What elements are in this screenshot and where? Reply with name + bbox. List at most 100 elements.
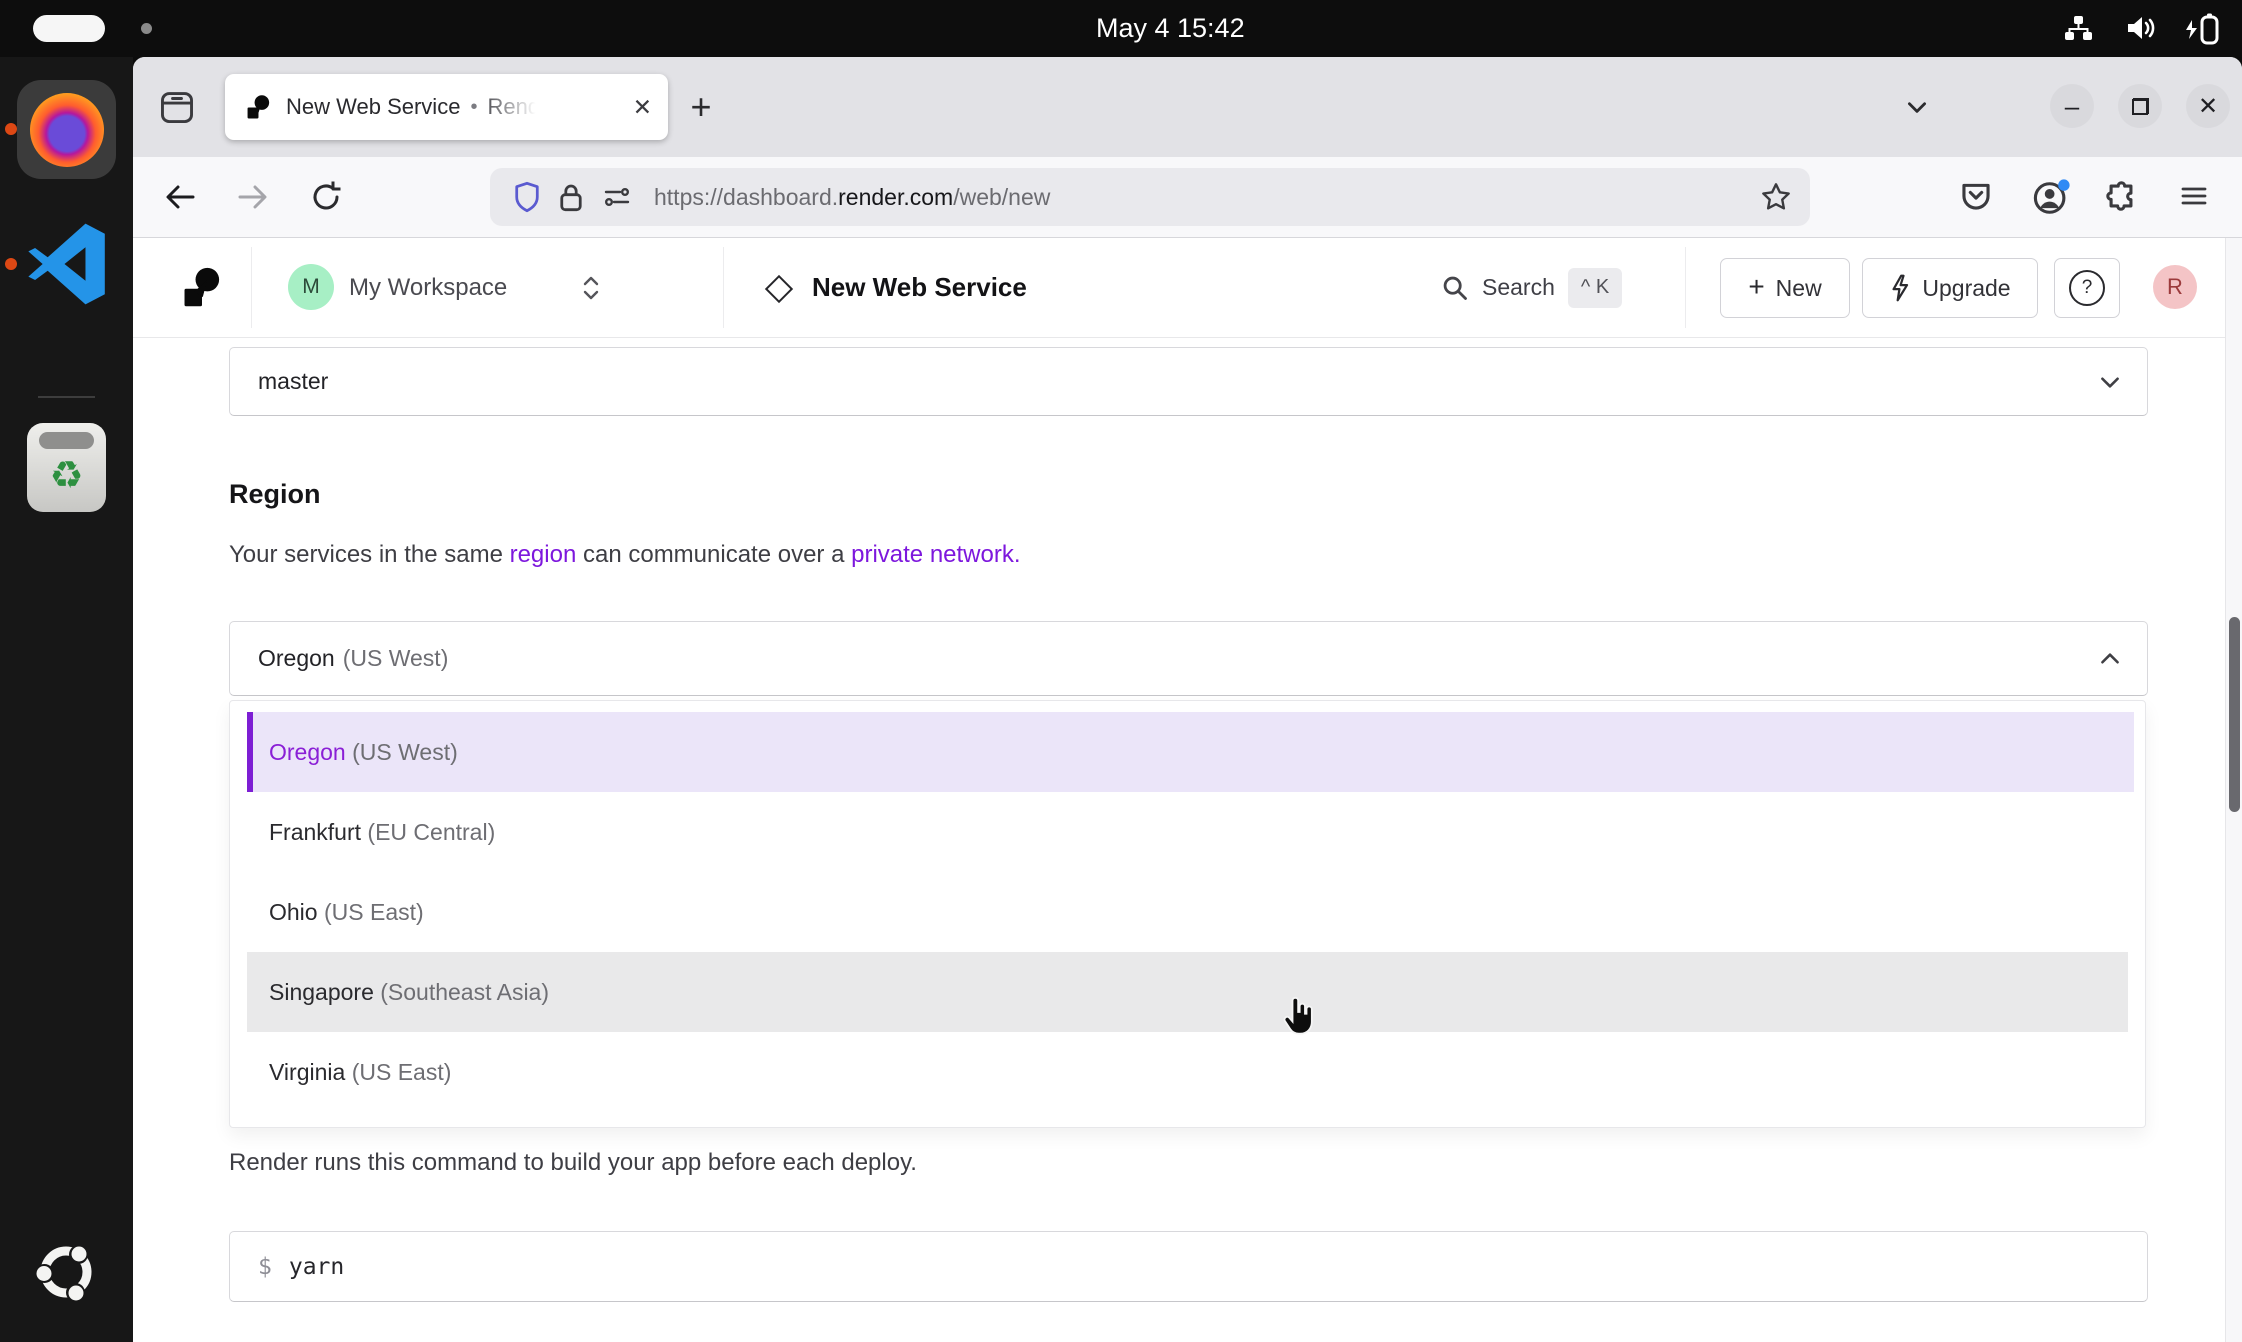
render-favicon bbox=[246, 94, 272, 120]
header-divider bbox=[723, 247, 724, 328]
option-area: (EU Central) bbox=[367, 819, 495, 845]
question-icon: ? bbox=[2069, 270, 2105, 306]
network-icon[interactable] bbox=[2062, 12, 2094, 44]
tracking-shield-icon[interactable] bbox=[513, 181, 541, 213]
branch-select[interactable]: master bbox=[229, 347, 2148, 416]
show-apps-button[interactable] bbox=[33, 1239, 99, 1305]
workspace-avatar[interactable]: M bbox=[288, 264, 334, 310]
extensions-icon[interactable] bbox=[2104, 179, 2142, 217]
header-divider bbox=[1685, 247, 1686, 328]
header-divider bbox=[251, 247, 252, 328]
back-button[interactable] bbox=[163, 180, 197, 214]
option-city: Virginia bbox=[269, 1059, 345, 1085]
trash-lid bbox=[39, 432, 94, 449]
region-option-singapore[interactable]: Singapore (Southeast Asia) bbox=[247, 952, 2128, 1032]
option-area: (Southeast Asia) bbox=[380, 979, 549, 1005]
search-label: Search bbox=[1482, 274, 1555, 301]
region-option-virginia[interactable]: Virginia (US East) bbox=[247, 1032, 2128, 1112]
system-clock[interactable]: May 4 15:42 bbox=[1096, 0, 1245, 57]
search-icon bbox=[1441, 274, 1469, 302]
scrollbar-thumb[interactable] bbox=[2229, 617, 2240, 812]
browser-window: New Web Service • Rend ✕ + – ✕ bbox=[133, 57, 2242, 1342]
browser-toolbar: https://dashboard.render.com/web/new bbox=[133, 157, 2242, 238]
region-dropdown-panel: Oregon (US West) Frankfurt (EU Central) … bbox=[229, 700, 2146, 1128]
window-minimize-button[interactable]: – bbox=[2050, 84, 2094, 128]
region-link[interactable]: region bbox=[510, 541, 577, 568]
firefox-view-icon bbox=[160, 88, 194, 126]
region-heading: Region bbox=[229, 479, 321, 510]
command-value: yarn bbox=[289, 1254, 344, 1280]
workspace-name[interactable]: My Workspace bbox=[349, 238, 507, 337]
activities-pill[interactable] bbox=[33, 15, 105, 42]
firefox-dock-icon[interactable] bbox=[17, 80, 116, 179]
screen: May 4 15:42 ♻ bbox=[0, 0, 2242, 1342]
chevron-up-icon bbox=[2097, 646, 2123, 672]
desc-text: Your services in the same bbox=[229, 541, 510, 568]
vscode-dock-icon[interactable] bbox=[22, 219, 112, 309]
lock-icon[interactable] bbox=[558, 182, 584, 212]
tab-title-separator: • bbox=[470, 96, 477, 119]
lightning-icon bbox=[1889, 274, 1911, 302]
region-select-area: (US West) bbox=[343, 645, 449, 672]
url-prefix: https://dashboard. bbox=[654, 184, 838, 210]
dock-divider bbox=[38, 396, 95, 398]
option-city: Oregon bbox=[269, 739, 346, 765]
tab-list-chevron-icon[interactable] bbox=[1893, 85, 1941, 129]
upgrade-button[interactable]: Upgrade bbox=[1862, 258, 2038, 318]
build-command-input[interactable]: $ yarn bbox=[229, 1231, 2148, 1302]
option-area: (US East) bbox=[324, 899, 424, 925]
workspace-switcher-chevrons-icon[interactable] bbox=[581, 275, 601, 301]
url-text[interactable]: https://dashboard.render.com/web/new bbox=[654, 184, 1050, 211]
desc-text: can communicate over a bbox=[576, 541, 851, 568]
volume-icon[interactable] bbox=[2124, 12, 2158, 44]
option-area: (US West) bbox=[352, 739, 458, 765]
browser-tab[interactable]: New Web Service • Rend ✕ bbox=[225, 74, 668, 140]
tab-close-icon[interactable]: ✕ bbox=[633, 94, 652, 121]
battery-icon[interactable] bbox=[2182, 12, 2222, 46]
forward-button[interactable] bbox=[236, 180, 270, 214]
region-select-city: Oregon bbox=[258, 645, 335, 672]
workspace-indicator-dot bbox=[141, 23, 152, 34]
plus-icon: + bbox=[1748, 271, 1764, 303]
trash-dock-icon[interactable]: ♻ bbox=[27, 423, 106, 512]
mouse-cursor-pointer bbox=[1280, 995, 1320, 1039]
region-option-ohio[interactable]: Ohio (US East) bbox=[247, 872, 2128, 952]
new-tab-button[interactable]: + bbox=[677, 83, 725, 131]
branch-value: master bbox=[258, 368, 328, 395]
permissions-icon[interactable] bbox=[602, 184, 632, 210]
option-city: Singapore bbox=[269, 979, 374, 1005]
render-logo[interactable] bbox=[183, 264, 221, 312]
bookmark-star-icon[interactable] bbox=[1760, 181, 1792, 213]
url-bar[interactable]: https://dashboard.render.com/web/new bbox=[490, 168, 1810, 226]
window-restore-button[interactable] bbox=[2118, 84, 2162, 128]
option-city: Frankfurt bbox=[269, 819, 361, 845]
region-select[interactable]: Oregon (US West) bbox=[229, 621, 2148, 696]
account-icon[interactable] bbox=[2032, 179, 2070, 217]
firefox-logo-icon bbox=[30, 93, 104, 167]
region-option-oregon[interactable]: Oregon (US West) bbox=[247, 712, 2134, 792]
tab-title-suffix: Rend bbox=[487, 94, 540, 120]
search-shortcut: ^ K bbox=[1568, 268, 1622, 308]
window-close-button[interactable]: ✕ bbox=[2186, 84, 2230, 128]
page-scrollbar[interactable] bbox=[2225, 238, 2242, 1342]
command-prompt: $ bbox=[258, 1254, 272, 1280]
help-button[interactable]: ? bbox=[2054, 258, 2120, 318]
user-avatar[interactable]: R bbox=[2153, 265, 2197, 309]
menu-icon[interactable] bbox=[2177, 179, 2215, 217]
option-area: (US East) bbox=[352, 1059, 452, 1085]
pocket-icon[interactable] bbox=[1959, 179, 1997, 217]
search-button[interactable]: Search ^ K bbox=[1441, 238, 1622, 337]
firefox-view-button[interactable] bbox=[155, 85, 199, 129]
private-network-link[interactable]: private network. bbox=[851, 541, 1020, 568]
url-path: /web/new bbox=[953, 184, 1050, 210]
app-header: M My Workspace New Web Service Search ^ … bbox=[133, 238, 2242, 338]
region-option-frankfurt[interactable]: Frankfurt (EU Central) bbox=[247, 792, 2128, 872]
tab-title: New Web Service bbox=[286, 94, 460, 120]
new-button-label: New bbox=[1776, 275, 1822, 302]
region-description: Your services in the same region can com… bbox=[229, 541, 1021, 569]
reload-button[interactable] bbox=[309, 180, 343, 214]
upgrade-button-label: Upgrade bbox=[1922, 275, 2010, 302]
tab-strip: New Web Service • Rend ✕ + – ✕ bbox=[133, 57, 2242, 157]
firefox-running-dot bbox=[5, 123, 17, 135]
new-button[interactable]: + New bbox=[1720, 258, 1850, 318]
